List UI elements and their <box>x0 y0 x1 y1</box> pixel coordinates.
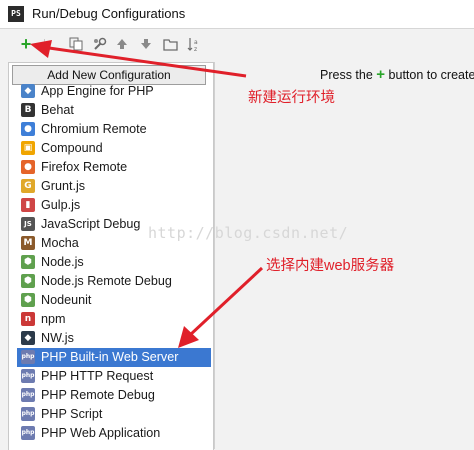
config-type-label: NW.js <box>41 331 74 345</box>
firefox-icon: ● <box>21 160 35 174</box>
config-type-item[interactable]: php PHP Script <box>9 405 213 424</box>
config-type-label: Behat <box>41 103 74 117</box>
config-type-label: PHP Script <box>41 407 103 421</box>
config-type-label: npm <box>41 312 66 326</box>
move-down-icon[interactable] <box>138 36 154 52</box>
config-type-item[interactable]: ◆ App Engine for PHP <box>9 82 213 101</box>
toolbar: + az <box>0 32 474 58</box>
config-type-label: App Engine for PHP <box>41 84 154 98</box>
php-script-icon: php <box>21 407 35 421</box>
hint-plus-icon: + <box>376 66 386 83</box>
config-type-item[interactable]: php PHP Remote Debug <box>9 386 213 405</box>
folder-icon[interactable] <box>162 36 178 52</box>
config-type-item[interactable]: ▮ Gulp.js <box>9 196 213 215</box>
php-builtin-server-icon: php <box>21 350 35 364</box>
nwjs-icon: ◆ <box>21 331 35 345</box>
config-type-label: Firefox Remote <box>41 160 128 174</box>
annotation-new-environment: 新建运行环境 <box>248 90 335 106</box>
config-type-label: PHP Web Application <box>41 426 161 440</box>
copy-icon[interactable] <box>68 36 84 52</box>
config-type-label: Node.js Remote Debug <box>41 274 172 288</box>
config-type-item[interactable]: n npm <box>9 310 213 329</box>
config-type-label: PHP HTTP Request <box>41 369 154 383</box>
php-http-request-icon: php <box>21 369 35 383</box>
toolbar-separator <box>44 39 45 53</box>
watermark: http://blog.csdn.net/ <box>148 224 349 242</box>
empty-hint: Press the + button to create <box>320 66 474 83</box>
config-type-label: Mocha <box>41 236 79 250</box>
config-type-item[interactable]: ⬢ Node.js <box>9 253 213 272</box>
nodejs-remote-debug-icon: ⬢ <box>21 274 35 288</box>
config-type-label: Compound <box>41 141 103 155</box>
phpstorm-app-icon: PS <box>8 6 24 22</box>
javascript-debug-icon: JS <box>21 217 35 231</box>
title-bar: PS Run/Debug Configurations <box>0 0 474 29</box>
config-type-item[interactable]: php PHP HTTP Request <box>9 367 213 386</box>
config-type-item[interactable]: ⬢ Nodeunit <box>9 291 213 310</box>
mocha-icon: M <box>21 236 35 250</box>
configuration-type-list: ◆ App Engine for PHP B Behat ● Chromium Remot… <box>9 82 213 443</box>
gulp-icon: ▮ <box>21 198 35 212</box>
hint-suffix: button to create <box>388 68 474 82</box>
add-configuration-button[interactable]: + <box>18 34 34 54</box>
window-title: Run/Debug Configurations <box>32 6 186 21</box>
config-type-label: PHP Built-in Web Server <box>41 350 179 364</box>
configurations-panel: Add New Configuration ◆ App Engine for PH… <box>8 62 214 450</box>
annotation-select-builtin-server: 选择内建web服务器 <box>266 258 395 274</box>
nodejs-icon: ⬢ <box>21 255 35 269</box>
php-remote-debug-icon: php <box>21 388 35 402</box>
config-type-item[interactable]: ● Chromium Remote <box>9 120 213 139</box>
config-type-item[interactable]: ● Firefox Remote <box>9 158 213 177</box>
grunt-icon: G <box>21 179 35 193</box>
config-type-item[interactable]: ▣ Compound <box>9 139 213 158</box>
app-engine-icon: ◆ <box>21 84 35 98</box>
config-type-item[interactable]: ⬢ Node.js Remote Debug <box>9 272 213 291</box>
config-type-label: Grunt.js <box>41 179 86 193</box>
sort-icon[interactable]: az <box>186 36 202 52</box>
compound-icon: ▣ <box>21 141 35 155</box>
svg-text:a: a <box>194 39 198 46</box>
npm-icon: n <box>21 312 35 326</box>
behat-icon: B <box>21 103 35 117</box>
hint-prefix: Press the <box>320 68 373 82</box>
settings-wrench-icon[interactable] <box>91 36 107 52</box>
php-web-application-icon: php <box>21 426 35 440</box>
config-type-item[interactable]: ◆ NW.js <box>9 329 213 348</box>
move-up-icon[interactable] <box>114 36 130 52</box>
config-type-label: Node.js <box>41 255 84 269</box>
svg-text:z: z <box>194 46 197 52</box>
config-type-item[interactable]: php PHP Built-in Web Server <box>17 348 211 367</box>
chromium-icon: ● <box>21 122 35 136</box>
config-type-label: Nodeunit <box>41 293 92 307</box>
config-type-item[interactable]: B Behat <box>9 101 213 120</box>
panel-divider[interactable] <box>214 62 215 449</box>
config-type-item[interactable]: php PHP Web Application <box>9 424 213 443</box>
config-type-item[interactable]: G Grunt.js <box>9 177 213 196</box>
config-type-label: Gulp.js <box>41 198 81 212</box>
config-type-label: JavaScript Debug <box>41 217 141 231</box>
config-type-label: Chromium Remote <box>41 122 147 136</box>
config-type-label: PHP Remote Debug <box>41 388 155 402</box>
nodeunit-icon: ⬢ <box>21 293 35 307</box>
